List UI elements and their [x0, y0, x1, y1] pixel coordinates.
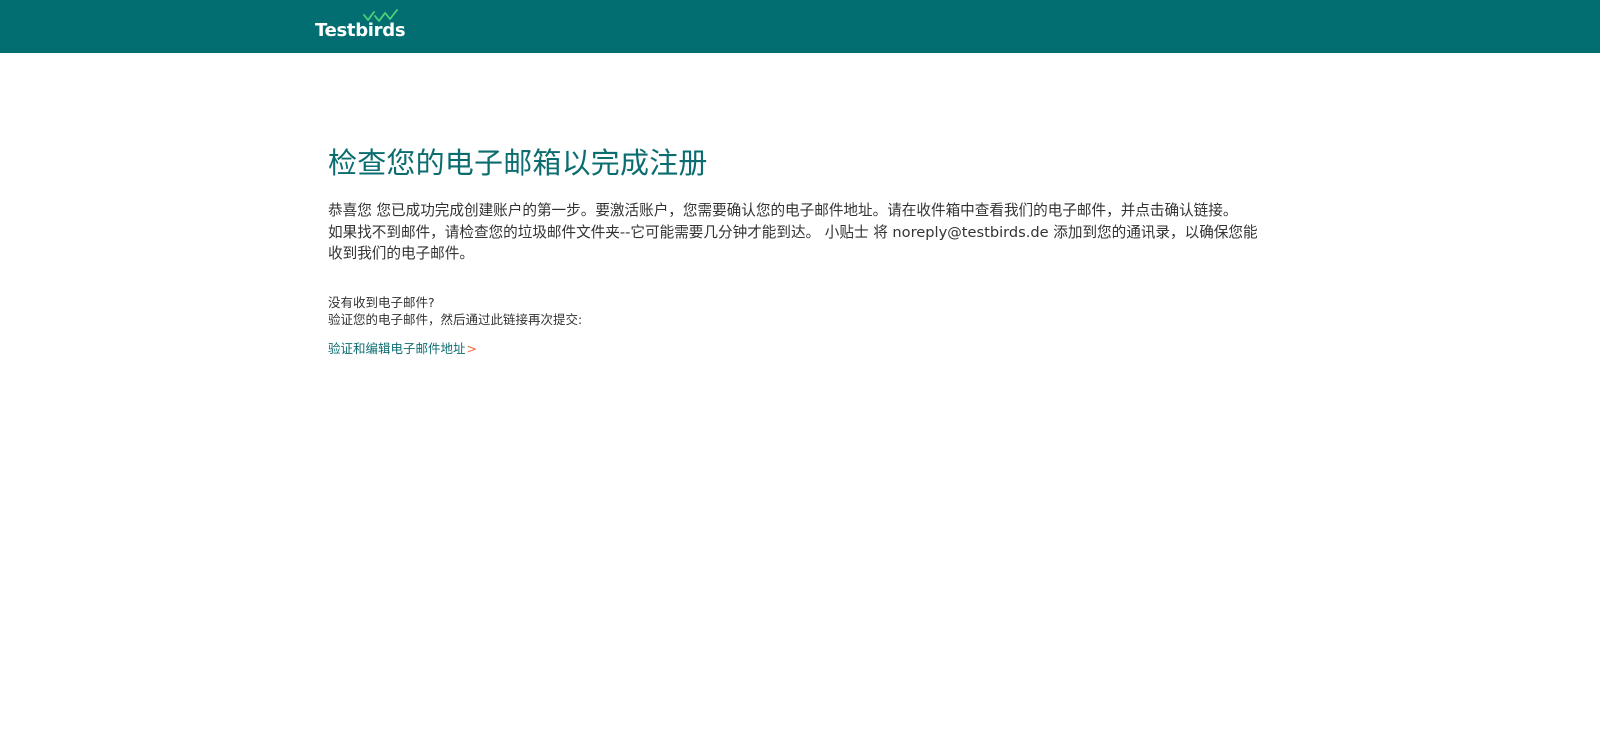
main-content: 检查您的电子邮箱以完成注册 恭喜您 您已成功完成创建账户的第一步。要激活账户，您…	[328, 140, 1288, 357]
verify-link-label: 验证和编辑电子邮件地址	[328, 340, 466, 356]
header-bar: Testbirds	[0, 0, 1600, 53]
verify-edit-email-link[interactable]: 验证和编辑电子邮件地址>	[328, 340, 477, 358]
logo-text: Testbirds	[315, 20, 406, 41]
intro-text: 恭喜您 您已成功完成创建账户的第一步。要激活账户，您需要确认您的电子邮件地址。请…	[328, 200, 1288, 265]
testbirds-logo[interactable]: Testbirds	[315, 9, 406, 41]
intro-line-3: 收到我们的电子邮件。	[328, 245, 474, 262]
intro-line-1: 恭喜您 您已成功完成创建账户的第一步。要激活账户，您需要确认您的电子邮件地址。请…	[328, 202, 1238, 219]
verify-instruction-text: 验证您的电子邮件，然后通过此链接再次提交:	[328, 312, 583, 327]
intro-line-2: 如果找不到邮件，请检查您的垃圾邮件文件夹--它可能需要几分钟才能到达。 小贴士 …	[328, 223, 1258, 241]
chevron-right-icon: >	[466, 340, 477, 356]
page-title: 检查您的电子邮箱以完成注册	[328, 146, 708, 180]
not-received-text: 没有收到电子邮件?	[328, 294, 435, 310]
logo-checkmarks-icon	[363, 9, 398, 22]
resend-section: 没有收到电子邮件? 验证您的电子邮件，然后通过此链接再次提交: 验证和编辑电子邮…	[328, 294, 1288, 358]
